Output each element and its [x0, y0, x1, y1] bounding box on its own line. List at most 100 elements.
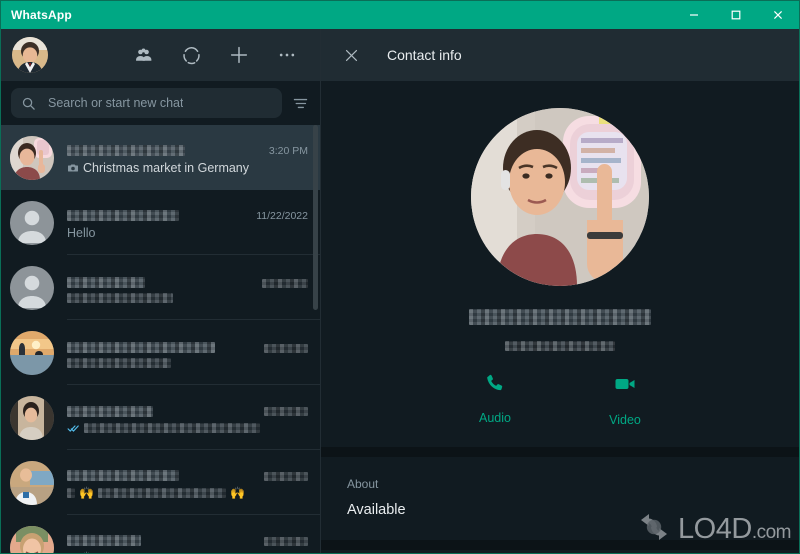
chat-content — [67, 401, 308, 435]
search-placeholder: Search or start new chat — [48, 96, 184, 110]
delivered-tick-icon — [67, 422, 80, 435]
my-profile-avatar[interactable] — [12, 37, 48, 73]
avatar — [10, 330, 54, 375]
redacted-time — [264, 536, 308, 546]
redacted-name — [67, 277, 145, 289]
avatar — [10, 135, 54, 180]
redacted-time — [264, 407, 308, 417]
about-value: Available — [347, 502, 406, 518]
chat-time — [256, 535, 308, 547]
redacted-name — [67, 210, 179, 222]
redacted-name — [67, 470, 179, 482]
avatar — [10, 265, 54, 310]
redacted-message — [97, 488, 226, 498]
chat-content: 11/22/2022 Hello — [67, 205, 308, 240]
new-chat-icon[interactable] — [228, 44, 250, 66]
call-actions: Audio Video — [458, 372, 662, 427]
redacted-time — [264, 343, 308, 353]
chat-content: 🙌 🙌 — [67, 465, 308, 500]
chat-time: 3:20 PM — [268, 145, 308, 157]
video-call-button[interactable]: Video — [588, 372, 662, 427]
communities-icon[interactable] — [132, 44, 154, 66]
redacted-message — [67, 293, 173, 303]
title-bar: WhatsApp — [1, 1, 799, 29]
chat-name — [67, 339, 215, 354]
chat-content: 🙌 — [67, 530, 308, 553]
panel-title: Contact info — [387, 47, 462, 63]
about-block: About Available — [321, 457, 799, 540]
redacted-name — [67, 145, 185, 157]
status-icon[interactable] — [180, 44, 202, 66]
emoji-icon: 🙌 — [229, 486, 245, 500]
chat-name — [67, 207, 179, 222]
audio-label: Audio — [479, 411, 511, 425]
close-button[interactable] — [757, 1, 799, 29]
search-row: Search or start new chat — [1, 81, 320, 125]
close-icon[interactable] — [343, 47, 360, 64]
chat-time — [254, 277, 308, 289]
avatar — [10, 200, 54, 245]
contact-name — [469, 308, 651, 328]
redacted-name — [67, 535, 141, 547]
redacted-message — [84, 423, 260, 433]
chat-name — [67, 403, 153, 418]
chat-name — [67, 532, 141, 547]
menu-icon[interactable] — [276, 44, 298, 66]
video-camera-icon — [613, 372, 637, 401]
chat-message: Christmas market in Germany — [83, 161, 250, 175]
window-controls — [673, 1, 799, 29]
chat-list-item[interactable]: 3:20 PM Christmas market in Germany — [1, 125, 320, 190]
avatar — [10, 395, 54, 440]
chat-list-item[interactable] — [1, 385, 320, 450]
chat-message: Hello — [67, 226, 96, 240]
chat-content — [67, 272, 308, 303]
whatsapp-window: WhatsApp Search or start new chat 3:20 P… — [0, 0, 800, 554]
phone-icon — [484, 372, 506, 399]
chat-list-scrollbar[interactable] — [313, 125, 318, 310]
video-label: Video — [609, 413, 641, 427]
emoji-icon: 🙌 — [79, 486, 94, 500]
chat-content — [67, 337, 308, 368]
profile-block: Audio Video — [321, 81, 799, 447]
maximize-button[interactable] — [715, 1, 757, 29]
redacted-name — [67, 405, 153, 417]
audio-call-button[interactable]: Audio — [458, 372, 532, 427]
chat-time — [256, 342, 308, 354]
contact-info-pane: Contact info Audio Video About Available… — [321, 29, 799, 553]
about-label: About — [347, 477, 379, 491]
contact-avatar[interactable] — [471, 108, 649, 286]
minimize-button[interactable] — [673, 1, 715, 29]
chat-list[interactable]: 3:20 PM Christmas market in Germany 11/2… — [1, 125, 320, 553]
redacted-name — [67, 342, 215, 354]
sidebar-header — [1, 29, 320, 81]
chat-list-item[interactable]: 🙌 — [1, 515, 320, 553]
emoji-icon: 🙌 — [79, 551, 94, 553]
avatar — [10, 525, 54, 553]
search-input[interactable]: Search or start new chat — [11, 88, 282, 118]
contact-phone — [505, 337, 615, 351]
chat-list-item[interactable]: 11/22/2022 Hello — [1, 190, 320, 255]
app-title: WhatsApp — [11, 8, 72, 22]
search-icon — [21, 96, 36, 111]
chat-name — [67, 467, 179, 482]
chat-list-item[interactable] — [1, 255, 320, 320]
contact-info-header: Contact info — [321, 29, 799, 81]
chat-list-item[interactable]: 🙌 🙌 — [1, 450, 320, 515]
chat-time — [256, 470, 308, 482]
chat-list-item[interactable] — [1, 320, 320, 385]
main-body: Search or start new chat 3:20 PM Christm… — [1, 29, 799, 553]
redacted-time — [264, 471, 308, 481]
redacted-contact-name — [469, 308, 651, 325]
chat-time: 11/22/2022 — [256, 210, 308, 222]
redacted-prefix — [67, 488, 75, 498]
chat-time — [256, 406, 308, 418]
contact-info-body: Audio Video About Available — [321, 81, 799, 553]
filter-icon[interactable] — [290, 95, 310, 112]
chat-content: 3:20 PM Christmas market in Germany — [67, 140, 308, 175]
media-block[interactable]: Media, links and docs — [321, 550, 799, 553]
avatar — [10, 460, 54, 505]
camera-icon — [67, 162, 79, 174]
redacted-message — [67, 358, 171, 368]
redacted-time — [262, 278, 308, 288]
redacted-contact-phone — [505, 340, 615, 351]
